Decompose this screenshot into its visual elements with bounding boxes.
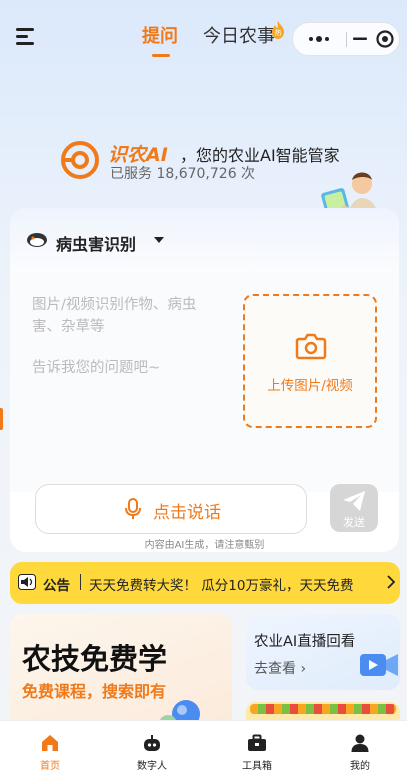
upload-media-button[interactable]: 上传图片/视频 <box>243 294 377 428</box>
live-replay-title: 农业AI直播回看 <box>254 634 356 650</box>
live-replay-link[interactable]: 去查看 › <box>254 658 306 678</box>
question-input-area[interactable]: 图片/视频识别作物、病虫害、杂草等 告诉我您的问题吧~ 上传图片/视频 <box>10 272 399 492</box>
mini-program-capsule <box>292 22 400 56</box>
placeholder-question: 告诉我您的问题吧~ <box>32 360 161 376</box>
ask-card-header: 病虫害识别 <box>10 208 399 272</box>
close-target-icon[interactable] <box>373 23 399 55</box>
speaker-icon <box>18 574 36 590</box>
minimize-icon[interactable] <box>347 23 373 55</box>
tabbar-toolbox[interactable]: 工具箱 <box>217 721 297 770</box>
video-camera-icon <box>360 654 398 676</box>
upload-label: 上传图片/视频 <box>267 378 353 394</box>
tabbar-toolbox-label: 工具箱 <box>242 761 272 770</box>
free-courses-card[interactable]: 农技免费学 免费课程，搜索即有 <box>10 614 232 734</box>
served-count: 已服务 18,670,726 次 <box>110 166 256 182</box>
promo-subtitle: 免费课程，搜索即有 <box>22 682 167 701</box>
ask-card: 病虫害识别 图片/视频识别作物、病虫害、杂草等 告诉我您的问题吧~ 上传图片/视… <box>10 208 399 552</box>
side-drawer-handle[interactable] <box>0 408 3 430</box>
brand-logo-icon <box>61 141 99 179</box>
promo-title: 农技免费学 <box>22 642 168 676</box>
tabbar-home[interactable]: 首页 <box>10 721 90 770</box>
active-tab-indicator <box>152 54 170 57</box>
announcement-bar[interactable]: 公告 天天免费转大奖！ 瓜分10万豪礼，天天免费 <box>10 562 400 604</box>
announcement-text: 天天免费转大奖！ 瓜分10万豪礼，天天免费 <box>89 578 354 594</box>
tabbar-digital-human[interactable]: 数字人 <box>112 721 192 770</box>
svg-text:热: 热 <box>275 28 282 37</box>
menu-icon[interactable] <box>16 26 38 46</box>
activity-card-banner <box>250 704 396 714</box>
tabbar-home-label: 首页 <box>40 761 60 770</box>
tabbar-profile-label: 我的 <box>350 761 370 770</box>
mode-selector[interactable]: 病虫害识别 <box>56 231 136 255</box>
camera-icon <box>295 333 327 360</box>
caret-down-icon[interactable] <box>154 237 164 243</box>
live-replay-card[interactable]: 农业AI直播回看 去查看 › <box>246 614 400 690</box>
bottom-tab-bar: 首页 数字人 工具箱 我的 <box>0 720 407 770</box>
hot-badge-icon: 热 <box>272 21 284 39</box>
announcement-tag: 公告 <box>43 578 70 594</box>
tabbar-digital-human-label: 数字人 <box>137 761 167 770</box>
tabbar-profile[interactable]: 我的 <box>320 721 400 770</box>
robot-icon <box>144 735 160 751</box>
announcement-divider <box>80 574 81 590</box>
chevron-right-icon <box>387 575 395 589</box>
user-icon <box>351 734 369 752</box>
live-replay-link-label: 去查看 <box>254 661 296 677</box>
voice-input-label: 点击说话 <box>153 503 221 523</box>
pest-mode-icon <box>27 233 47 247</box>
more-options-icon[interactable] <box>301 23 339 55</box>
toolbox-icon <box>248 734 266 751</box>
home-icon <box>42 735 58 751</box>
voice-input-button[interactable]: 点击说话 <box>35 484 307 534</box>
send-button[interactable]: 发送 <box>330 484 378 532</box>
paper-plane-icon <box>343 491 365 511</box>
tab-daily-farming[interactable]: 今日农事 <box>203 22 275 48</box>
microphone-icon <box>125 498 141 519</box>
send-label: 发送 <box>343 516 365 529</box>
tab-ask[interactable]: 提问 <box>142 22 178 48</box>
placeholder-media: 图片/视频识别作物、病虫害、杂草等 <box>32 297 197 335</box>
top-bar: 提问 今日农事 热 <box>0 0 407 72</box>
chevron-right-icon: › <box>300 661 307 677</box>
ai-disclaimer: 内容由AI生成，请注意甄别 <box>144 540 265 551</box>
